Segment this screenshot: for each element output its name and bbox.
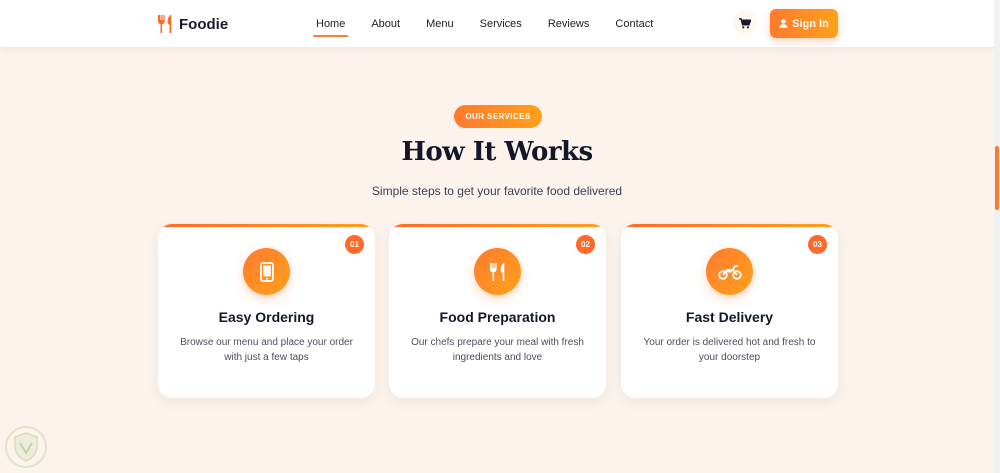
user-icon <box>779 19 788 28</box>
scrollbar-thumb[interactable] <box>995 146 999 210</box>
sign-in-button[interactable]: Sign In <box>770 9 838 38</box>
nav-reviews[interactable]: Reviews <box>535 0 603 47</box>
smartphone-icon <box>259 261 274 282</box>
utensils-icon <box>489 262 504 281</box>
page-scrollbar[interactable] <box>994 0 1000 473</box>
nav-menu[interactable]: Menu <box>413 0 467 47</box>
utensils-logo-icon <box>158 15 172 33</box>
main-nav: Home About Menu Services Reviews Contact <box>303 0 666 47</box>
nav-about[interactable]: About <box>358 0 413 47</box>
step-number: 03 <box>808 235 827 254</box>
step-card-ordering: 01 Easy Ordering Browse our menu and pla… <box>158 224 375 398</box>
brand-logo[interactable]: Foodie <box>157 13 228 35</box>
step-title: Fast Delivery <box>685 309 774 325</box>
step-title: Easy Ordering <box>218 309 315 325</box>
nav-contact[interactable]: Contact <box>602 0 666 47</box>
step-number: 01 <box>345 235 364 254</box>
section-badge: OUR SERVICES <box>454 105 542 128</box>
section-subtitle: Simple steps to get your favorite food d… <box>371 184 623 198</box>
shield-watermark-icon <box>5 426 47 468</box>
nav-services[interactable]: Services <box>467 0 535 47</box>
step-card-delivery: 03 Fast Delivery Your order is delivered… <box>621 224 838 398</box>
step-card-preparation: 02 Food Preparation Our chefs prepare yo… <box>389 224 606 398</box>
navbar: Foodie Home About Menu Services Reviews … <box>0 0 994 47</box>
step-icon-circle <box>706 248 753 295</box>
step-icon-circle <box>243 248 290 295</box>
motorcycle-icon <box>717 264 742 280</box>
cart-button[interactable] <box>733 11 757 35</box>
step-description: Your order is delivered hot and fresh to… <box>643 337 816 363</box>
step-description: Browse our menu and place your order wit… <box>180 337 353 363</box>
section-title: How It Works <box>401 137 593 167</box>
step-description: Our chefs prepare your meal with fresh i… <box>411 337 584 363</box>
brand-name: Foodie <box>179 15 229 33</box>
sign-in-label: Sign In <box>792 17 829 30</box>
step-icon-circle <box>474 248 521 295</box>
step-number: 02 <box>576 235 595 254</box>
cart-icon <box>739 17 751 28</box>
step-title: Food Preparation <box>439 309 556 325</box>
nav-home[interactable]: Home <box>303 0 358 47</box>
